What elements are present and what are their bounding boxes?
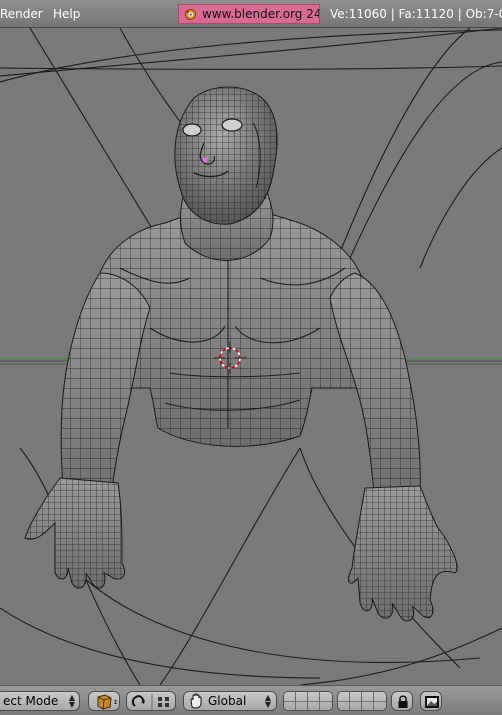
render-preview-button[interactable] [420, 691, 442, 711]
lock-layers-button[interactable] [391, 691, 413, 711]
render-icon [425, 696, 439, 708]
mode-select-label: ect Mode [3, 694, 59, 708]
layer-buttons-group-1[interactable] [283, 691, 333, 711]
rotate-icon [131, 694, 169, 710]
shading-button[interactable] [88, 691, 120, 711]
mode-select[interactable]: ect Mode ▲ ▼ [0, 691, 80, 711]
transform-orientation-select[interactable]: Global ▲ ▼ [183, 691, 277, 711]
layer-button[interactable] [320, 692, 332, 710]
blender-logo-icon [184, 9, 196, 20]
snap-icon [158, 697, 169, 707]
menu-help[interactable]: Help [53, 7, 80, 21]
hand-icon [190, 693, 202, 709]
blender-url-badge[interactable]: www.blender.org 240 [178, 4, 320, 24]
lock-icon [398, 695, 408, 708]
updown-arrows-icon: ▲ ▼ [68, 693, 75, 709]
left-hand [24, 477, 126, 589]
viewport-canvas [0, 28, 502, 685]
updown-arrows-icon: ▲ ▼ [264, 693, 271, 709]
layer-button[interactable] [374, 692, 386, 710]
layer-button[interactable] [308, 692, 320, 710]
layer-button[interactable] [284, 692, 296, 710]
right-hand [348, 485, 458, 622]
menu-render[interactable]: Render [0, 7, 43, 21]
layer-button[interactable] [296, 692, 308, 710]
layer-button[interactable] [338, 692, 350, 710]
url-text: www.blender.org 240 [202, 7, 320, 21]
layer-button[interactable] [362, 692, 374, 710]
pivot-rotate-button[interactable] [126, 691, 176, 711]
scene-stats: Ve:11060 | Fa:11120 | Ob:7-0 [330, 7, 502, 21]
3d-viewport[interactable] [0, 28, 502, 685]
shading-icon [97, 694, 117, 710]
orientation-label: Global [208, 694, 247, 708]
3d-view-header: ect Mode ▲ ▼ Global ▲ ▼ [0, 685, 502, 715]
info-header: Render Help www.blender.org 240 Ve:11060… [0, 0, 502, 28]
layer-buttons-group-2[interactable] [337, 691, 387, 711]
layer-button[interactable] [350, 692, 362, 710]
mesh-body [24, 86, 458, 622]
